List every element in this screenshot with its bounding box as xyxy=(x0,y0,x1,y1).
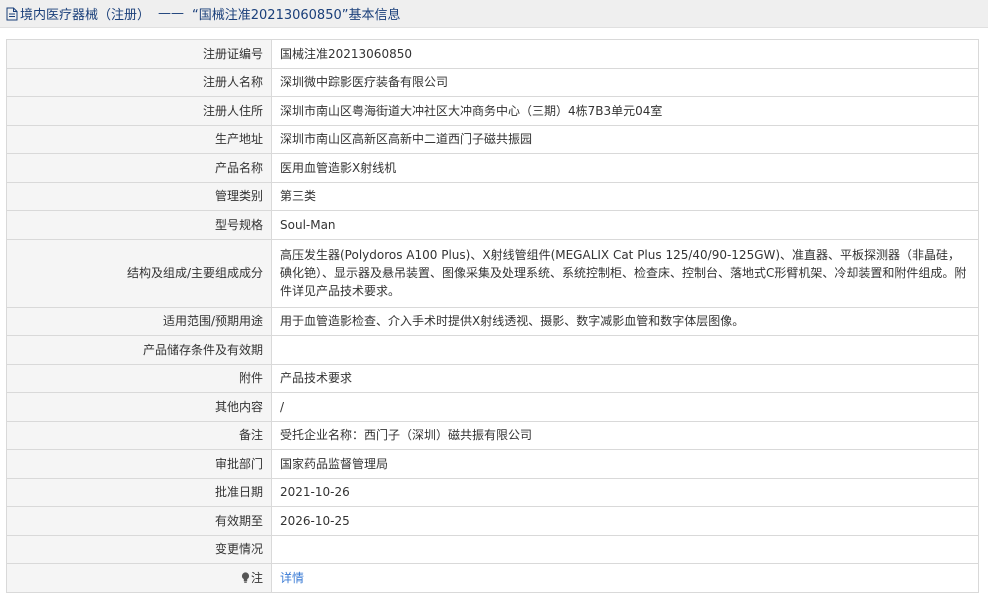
page-header: 境内医疗器械（注册） —— “国械注准20213060850”基本信息 xyxy=(0,0,988,28)
note-row: 注 详情 xyxy=(6,563,979,593)
row-label: 型号规格 xyxy=(6,210,272,240)
table-row: 产品名称 医用血管造影X射线机 xyxy=(6,153,979,183)
row-value xyxy=(271,534,979,564)
row-value: 产品技术要求 xyxy=(271,363,979,393)
table-row: 有效期至 2026-10-25 xyxy=(6,506,979,536)
table-row: 审批部门 国家药品监督管理局 xyxy=(6,449,979,479)
row-label: 有效期至 xyxy=(6,506,272,536)
table-row: 注册人住所 深圳市南山区粤海街道大冲社区大冲商务中心（三期）4栋7B3单元04室 xyxy=(6,96,979,126)
row-label: 变更情况 xyxy=(6,534,272,564)
table-row: 附件 产品技术要求 xyxy=(6,363,979,393)
row-label: 其他内容 xyxy=(6,392,272,422)
row-value: 深圳市南山区高新区高新中二道西门子磁共振园 xyxy=(271,124,979,154)
row-value: 2021-10-26 xyxy=(271,477,979,507)
lightbulb-icon xyxy=(241,570,250,583)
row-value: 国家药品监督管理局 xyxy=(271,449,979,479)
table-row: 注册证编号 国械注准20213060850 xyxy=(6,39,979,69)
table-row: 批准日期 2021-10-26 xyxy=(6,477,979,507)
row-value: 医用血管造影X射线机 xyxy=(271,153,979,183)
row-label: 批准日期 xyxy=(6,477,272,507)
note-label: 注 xyxy=(250,570,263,585)
device-info-table: 注册证编号 国械注准20213060850 注册人名称 深圳微中踪影医疗装备有限… xyxy=(6,39,979,593)
row-label: 生产地址 xyxy=(6,124,272,154)
table-row: 变更情况 xyxy=(6,534,979,564)
row-value: 受托企业名称：西门子（深圳）磁共振有限公司 xyxy=(271,420,979,450)
row-value: 高压发生器(Polydoros A100 Plus)、X射线管组件(MEGALI… xyxy=(271,238,979,308)
row-label: 产品名称 xyxy=(6,153,272,183)
header-title: “国械注准20213060850”基本信息 xyxy=(192,8,401,23)
table-row: 备注 受托企业名称：西门子（深圳）磁共振有限公司 xyxy=(6,420,979,450)
row-value: 深圳微中踪影医疗装备有限公司 xyxy=(271,67,979,97)
table-row: 注册人名称 深圳微中踪影医疗装备有限公司 xyxy=(6,67,979,97)
row-value: Soul-Man xyxy=(271,210,979,240)
table-row: 型号规格 Soul-Man xyxy=(6,210,979,240)
table-row: 其他内容 / xyxy=(6,392,979,422)
header-category: 境内医疗器械（注册） xyxy=(20,8,151,23)
table-row: 适用范围/预期用途 用于血管造影检查、介入手术时提供X射线透视、摄影、数字减影血… xyxy=(6,306,979,336)
row-label: 注册人住所 xyxy=(6,96,272,126)
row-label: 结构及组成/主要组成成分 xyxy=(6,238,272,308)
row-value: / xyxy=(271,392,979,422)
row-value: 国械注准20213060850 xyxy=(271,39,979,69)
table-row: 生产地址 深圳市南山区高新区高新中二道西门子磁共振园 xyxy=(6,124,979,154)
row-label: 审批部门 xyxy=(6,449,272,479)
row-label: 附件 xyxy=(6,363,272,393)
row-label: 注册人名称 xyxy=(6,67,272,97)
details-link[interactable]: 详情 xyxy=(280,571,304,585)
row-label: 适用范围/预期用途 xyxy=(6,306,272,336)
row-label: 产品储存条件及有效期 xyxy=(6,335,272,365)
header-separator: —— xyxy=(158,6,185,21)
table-row: 结构及组成/主要组成成分 高压发生器(Polydoros A100 Plus)、… xyxy=(6,238,979,308)
row-value: 用于血管造影检查、介入手术时提供X射线透视、摄影、数字减影血管和数字体层图像。 xyxy=(271,306,979,336)
row-label: 注册证编号 xyxy=(6,39,272,69)
note-value-cell: 详情 xyxy=(271,563,979,593)
note-label-cell: 注 xyxy=(6,563,272,593)
table-row: 管理类别 第三类 xyxy=(6,181,979,211)
row-value: 2026-10-25 xyxy=(271,506,979,536)
row-label: 备注 xyxy=(6,420,272,450)
row-label: 管理类别 xyxy=(6,181,272,211)
document-icon xyxy=(6,7,18,21)
row-value: 第三类 xyxy=(271,181,979,211)
table-row: 产品储存条件及有效期 xyxy=(6,335,979,365)
row-value xyxy=(271,335,979,365)
row-value: 深圳市南山区粤海街道大冲社区大冲商务中心（三期）4栋7B3单元04室 xyxy=(271,96,979,126)
